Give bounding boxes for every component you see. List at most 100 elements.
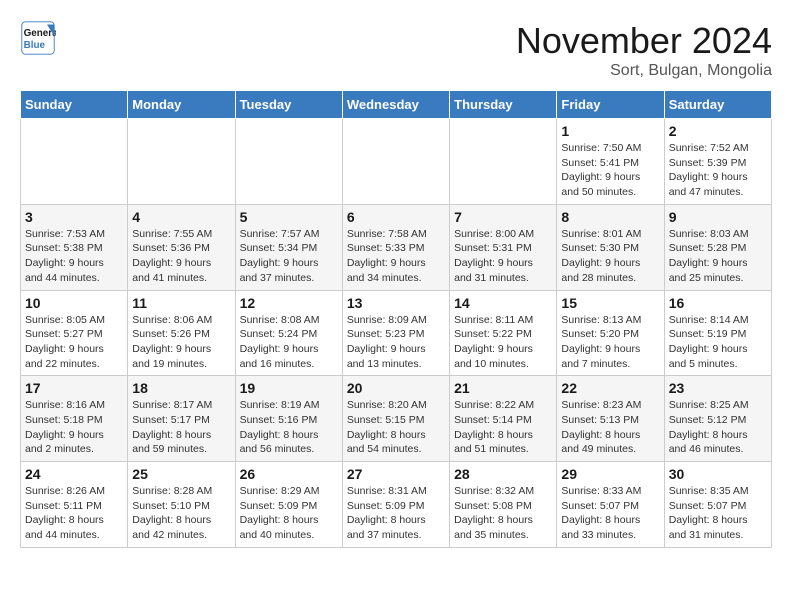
day-number: 1 bbox=[561, 123, 659, 139]
day-info: Sunrise: 8:22 AM Sunset: 5:14 PM Dayligh… bbox=[454, 398, 552, 457]
day-number: 19 bbox=[240, 380, 338, 396]
day-info: Sunrise: 7:55 AM Sunset: 5:36 PM Dayligh… bbox=[132, 227, 230, 286]
day-number: 28 bbox=[454, 466, 552, 482]
day-number: 22 bbox=[561, 380, 659, 396]
calendar-cell: 29 Sunrise: 8:33 AM Sunset: 5:07 PM Dayli… bbox=[557, 462, 664, 548]
day-info: Sunrise: 7:53 AM Sunset: 5:38 PM Dayligh… bbox=[25, 227, 123, 286]
month-title: November 2024 bbox=[516, 20, 772, 62]
calendar-cell: 18 Sunrise: 8:17 AM Sunset: 5:17 PM Dayli… bbox=[128, 376, 235, 462]
day-info: Sunrise: 8:35 AM Sunset: 5:07 PM Dayligh… bbox=[669, 484, 767, 543]
day-number: 17 bbox=[25, 380, 123, 396]
calendar-cell: 23Sunrise: 8:25 AM Sunset: 5:12 PM Dayli… bbox=[664, 376, 771, 462]
day-number: 27 bbox=[347, 466, 445, 482]
day-number: 10 bbox=[25, 295, 123, 311]
day-number: 25 bbox=[132, 466, 230, 482]
day-number: 20 bbox=[347, 380, 445, 396]
title-section: November 2024 Sort, Bulgan, Mongolia bbox=[516, 20, 772, 80]
day-number: 6 bbox=[347, 209, 445, 225]
day-number: 4 bbox=[132, 209, 230, 225]
day-info: Sunrise: 8:28 AM Sunset: 5:10 PM Dayligh… bbox=[132, 484, 230, 543]
calendar-cell: 7 Sunrise: 8:00 AM Sunset: 5:31 PM Daylig… bbox=[450, 204, 557, 290]
calendar-table: SundayMondayTuesdayWednesdayThursdayFrid… bbox=[20, 90, 772, 548]
weekday-header: Tuesday bbox=[235, 91, 342, 119]
weekday-header: Sunday bbox=[21, 91, 128, 119]
weekday-header: Wednesday bbox=[342, 91, 449, 119]
calendar-cell: 30 Sunrise: 8:35 AM Sunset: 5:07 PM Dayli… bbox=[664, 462, 771, 548]
page-header: General Blue November 2024 Sort, Bulgan,… bbox=[20, 20, 772, 80]
calendar-cell: 17 Sunrise: 8:16 AM Sunset: 5:18 PM Dayli… bbox=[21, 376, 128, 462]
day-info: Sunrise: 8:23 AM Sunset: 5:13 PM Dayligh… bbox=[561, 398, 659, 457]
calendar-cell bbox=[450, 119, 557, 205]
day-number: 13 bbox=[347, 295, 445, 311]
day-info: Sunrise: 8:17 AM Sunset: 5:17 PM Dayligh… bbox=[132, 398, 230, 457]
calendar-cell: 10 Sunrise: 8:05 AM Sunset: 5:27 PM Dayli… bbox=[21, 290, 128, 376]
day-info: Sunrise: 8:06 AM Sunset: 5:26 PM Dayligh… bbox=[132, 313, 230, 372]
calendar-cell: 4 Sunrise: 7:55 AM Sunset: 5:36 PM Daylig… bbox=[128, 204, 235, 290]
day-info: Sunrise: 8:29 AM Sunset: 5:09 PM Dayligh… bbox=[240, 484, 338, 543]
day-number: 3 bbox=[25, 209, 123, 225]
day-info: Sunrise: 8:11 AM Sunset: 5:22 PM Dayligh… bbox=[454, 313, 552, 372]
calendar-week-row: 3 Sunrise: 7:53 AM Sunset: 5:38 PM Daylig… bbox=[21, 204, 772, 290]
day-number: 16 bbox=[669, 295, 767, 311]
calendar-cell: 19 Sunrise: 8:19 AM Sunset: 5:16 PM Dayli… bbox=[235, 376, 342, 462]
day-number: 5 bbox=[240, 209, 338, 225]
day-number: 8 bbox=[561, 209, 659, 225]
calendar-cell: 28Sunrise: 8:32 AM Sunset: 5:08 PM Dayli… bbox=[450, 462, 557, 548]
day-info: Sunrise: 8:16 AM Sunset: 5:18 PM Dayligh… bbox=[25, 398, 123, 457]
logo-icon: General Blue bbox=[20, 20, 56, 56]
calendar-cell: 9 Sunrise: 8:03 AM Sunset: 5:28 PM Daylig… bbox=[664, 204, 771, 290]
calendar-cell: 2 Sunrise: 7:52 AM Sunset: 5:39 PM Daylig… bbox=[664, 119, 771, 205]
day-number: 30 bbox=[669, 466, 767, 482]
day-info: Sunrise: 8:19 AM Sunset: 5:16 PM Dayligh… bbox=[240, 398, 338, 457]
day-info: Sunrise: 8:26 AM Sunset: 5:11 PM Dayligh… bbox=[25, 484, 123, 543]
day-info: Sunrise: 8:14 AM Sunset: 5:19 PM Dayligh… bbox=[669, 313, 767, 372]
day-number: 18 bbox=[132, 380, 230, 396]
calendar-header-row: SundayMondayTuesdayWednesdayThursdayFrid… bbox=[21, 91, 772, 119]
calendar-week-row: 10 Sunrise: 8:05 AM Sunset: 5:27 PM Dayli… bbox=[21, 290, 772, 376]
day-info: Sunrise: 7:58 AM Sunset: 5:33 PM Dayligh… bbox=[347, 227, 445, 286]
calendar-cell: 12 Sunrise: 8:08 AM Sunset: 5:24 PM Dayli… bbox=[235, 290, 342, 376]
day-number: 7 bbox=[454, 209, 552, 225]
weekday-header: Friday bbox=[557, 91, 664, 119]
day-info: Sunrise: 8:31 AM Sunset: 5:09 PM Dayligh… bbox=[347, 484, 445, 543]
weekday-header: Thursday bbox=[450, 91, 557, 119]
calendar-cell: 21 Sunrise: 8:22 AM Sunset: 5:14 PM Dayli… bbox=[450, 376, 557, 462]
day-number: 14 bbox=[454, 295, 552, 311]
day-number: 2 bbox=[669, 123, 767, 139]
day-number: 9 bbox=[669, 209, 767, 225]
day-number: 11 bbox=[132, 295, 230, 311]
day-info: Sunrise: 8:20 AM Sunset: 5:15 PM Dayligh… bbox=[347, 398, 445, 457]
calendar-cell: 22 Sunrise: 8:23 AM Sunset: 5:13 PM Dayli… bbox=[557, 376, 664, 462]
calendar-cell: 25 Sunrise: 8:28 AM Sunset: 5:10 PM Dayli… bbox=[128, 462, 235, 548]
calendar-cell: 13 Sunrise: 8:09 AM Sunset: 5:23 PM Dayli… bbox=[342, 290, 449, 376]
svg-text:Blue: Blue bbox=[24, 40, 46, 51]
calendar-cell bbox=[235, 119, 342, 205]
day-number: 12 bbox=[240, 295, 338, 311]
logo: General Blue bbox=[20, 20, 56, 56]
day-info: Sunrise: 8:33 AM Sunset: 5:07 PM Dayligh… bbox=[561, 484, 659, 543]
day-info: Sunrise: 8:00 AM Sunset: 5:31 PM Dayligh… bbox=[454, 227, 552, 286]
calendar-cell: 20 Sunrise: 8:20 AM Sunset: 5:15 PM Dayli… bbox=[342, 376, 449, 462]
calendar-cell: 5 Sunrise: 7:57 AM Sunset: 5:34 PM Daylig… bbox=[235, 204, 342, 290]
calendar-cell: 1Sunrise: 7:50 AM Sunset: 5:41 PM Daylig… bbox=[557, 119, 664, 205]
calendar-cell: 26 Sunrise: 8:29 AM Sunset: 5:09 PM Dayli… bbox=[235, 462, 342, 548]
calendar-cell: 6 Sunrise: 7:58 AM Sunset: 5:33 PM Daylig… bbox=[342, 204, 449, 290]
day-number: 15 bbox=[561, 295, 659, 311]
calendar-cell: 16 Sunrise: 8:14 AM Sunset: 5:19 PM Dayli… bbox=[664, 290, 771, 376]
weekday-header: Monday bbox=[128, 91, 235, 119]
day-info: Sunrise: 7:57 AM Sunset: 5:34 PM Dayligh… bbox=[240, 227, 338, 286]
day-info: Sunrise: 8:09 AM Sunset: 5:23 PM Dayligh… bbox=[347, 313, 445, 372]
calendar-cell: 3 Sunrise: 7:53 AM Sunset: 5:38 PM Daylig… bbox=[21, 204, 128, 290]
location-title: Sort, Bulgan, Mongolia bbox=[516, 62, 772, 80]
calendar-cell bbox=[342, 119, 449, 205]
day-number: 21 bbox=[454, 380, 552, 396]
day-info: Sunrise: 8:01 AM Sunset: 5:30 PM Dayligh… bbox=[561, 227, 659, 286]
day-info: Sunrise: 8:13 AM Sunset: 5:20 PM Dayligh… bbox=[561, 313, 659, 372]
day-info: Sunrise: 8:05 AM Sunset: 5:27 PM Dayligh… bbox=[25, 313, 123, 372]
day-number: 26 bbox=[240, 466, 338, 482]
day-info: Sunrise: 8:08 AM Sunset: 5:24 PM Dayligh… bbox=[240, 313, 338, 372]
day-info: Sunrise: 7:52 AM Sunset: 5:39 PM Dayligh… bbox=[669, 141, 767, 200]
day-info: Sunrise: 8:03 AM Sunset: 5:28 PM Dayligh… bbox=[669, 227, 767, 286]
calendar-cell: 24Sunrise: 8:26 AM Sunset: 5:11 PM Dayli… bbox=[21, 462, 128, 548]
day-number: 29 bbox=[561, 466, 659, 482]
